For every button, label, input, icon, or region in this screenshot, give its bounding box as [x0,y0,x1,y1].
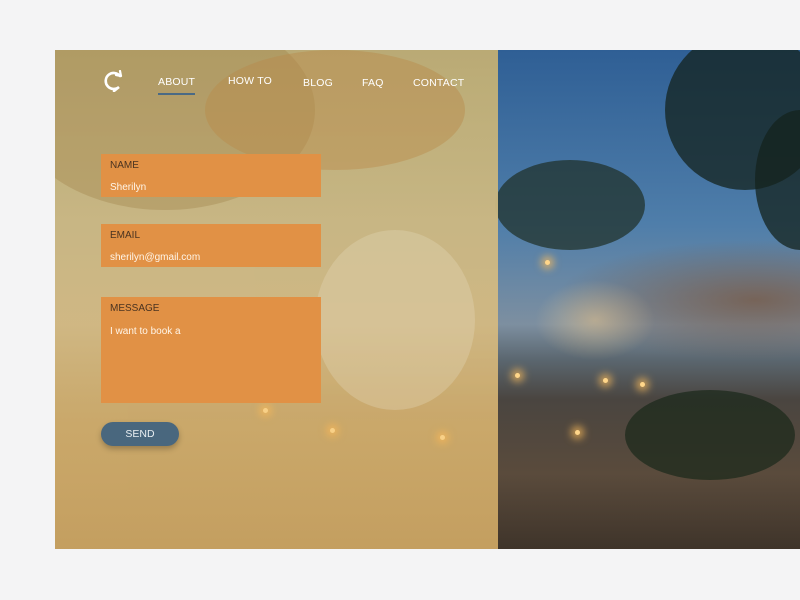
email-label: EMAIL [110,230,141,241]
name-input[interactable]: Sherilyn [110,182,310,193]
top-nav: ABOUT HOW TO BLOG FAQ CONTACT [55,50,498,150]
message-textarea[interactable]: I want to book a [110,326,310,337]
nav-faq[interactable]: FAQ [362,77,384,89]
nav-contact[interactable]: CONTACT [413,77,464,89]
email-input[interactable]: sherilyn@gmail.com [110,252,310,263]
send-button[interactable]: SEND [101,422,179,446]
name-label: NAME [110,160,139,171]
email-field[interactable]: EMAIL sherilyn@gmail.com [101,224,321,267]
nav-blog[interactable]: BLOG [303,77,333,89]
message-label: MESSAGE [110,303,160,314]
nav-about[interactable]: ABOUT [158,76,196,95]
refresh-location-icon[interactable] [103,70,125,92]
nav-how-to[interactable]: HOW TO [228,75,272,87]
message-field[interactable]: MESSAGE I want to book a [101,297,321,403]
name-field[interactable]: NAME Sherilyn [101,154,321,197]
hero-section: ABOUT HOW TO BLOG FAQ CONTACT NAME Sheri… [55,50,800,549]
